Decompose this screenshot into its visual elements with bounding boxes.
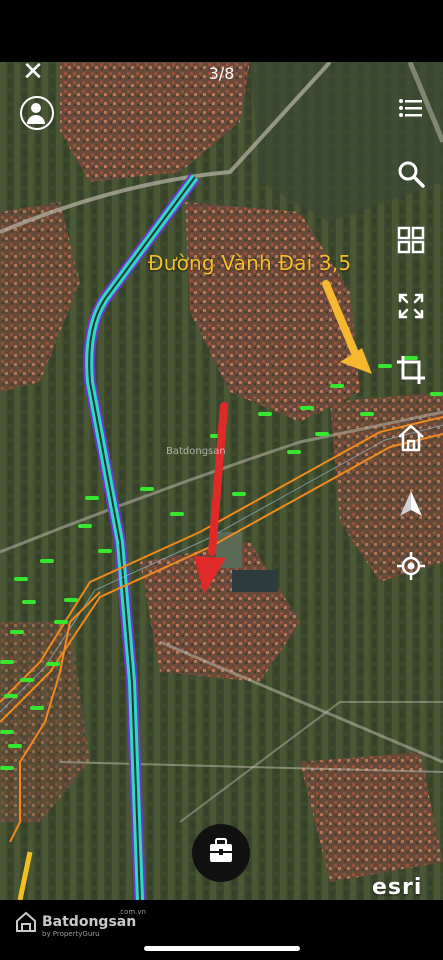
satellite-map[interactable]: Đường Vành Đai 3,5 Batdongsan esri (0, 62, 443, 900)
road-label: Đường Vành Đai 3,5 (148, 251, 352, 275)
image-counter: 3/8 (208, 64, 235, 83)
avatar-icon[interactable] (20, 96, 54, 130)
brand-logo: Batdongsan .com.vn by PropertyGuru (14, 908, 146, 938)
locate-icon[interactable] (395, 550, 427, 582)
top-bar (0, 0, 443, 62)
esri-attribution: esri (372, 875, 423, 900)
north-arrow-icon[interactable] (395, 488, 427, 520)
brand-domain: .com.vn (118, 908, 146, 916)
map-watermark: Batdongsan (166, 446, 226, 457)
home-icon[interactable] (395, 422, 427, 454)
briefcase-button[interactable] (192, 824, 250, 882)
fullscreen-icon[interactable] (395, 290, 427, 322)
layers-list-icon[interactable] (395, 92, 427, 124)
crop-icon[interactable] (395, 354, 427, 386)
brand-subtitle: by PropertyGuru (42, 930, 100, 938)
grid-icon[interactable] (395, 224, 427, 256)
brand-house-icon (16, 911, 36, 932)
briefcase-icon (210, 838, 232, 862)
map-canvas (0, 62, 443, 900)
home-indicator[interactable] (144, 946, 300, 951)
brand-name: Batdongsan (42, 914, 137, 930)
search-icon[interactable] (395, 158, 427, 190)
